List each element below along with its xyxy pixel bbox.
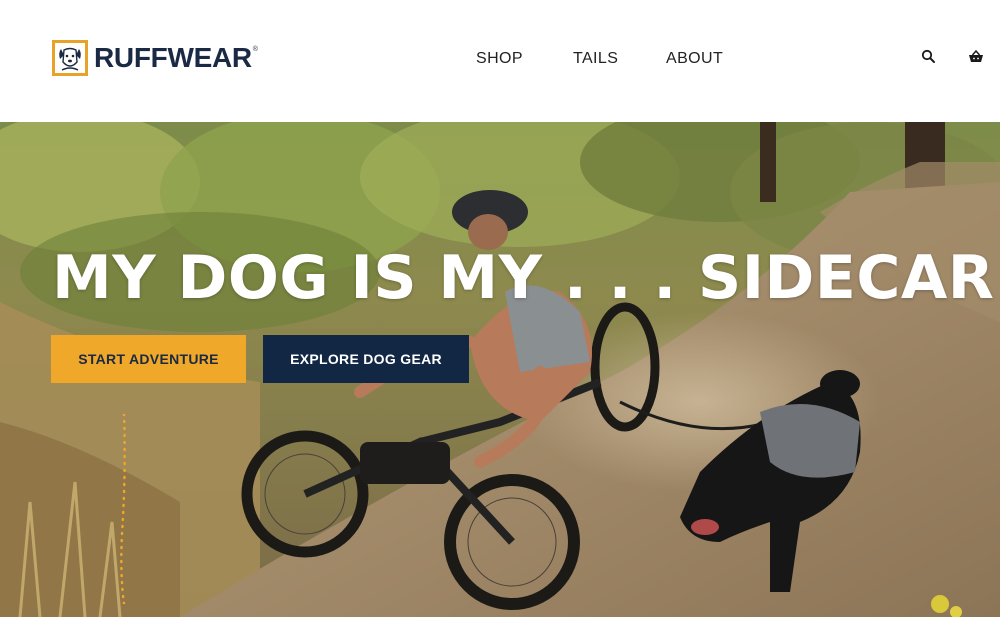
main-nav: SHOP TAILS ABOUT	[0, 48, 1000, 72]
search-icon[interactable]	[920, 48, 938, 66]
basket-icon[interactable]	[967, 48, 985, 66]
hero-heading: MY DOG IS MY . . . SIDECAR	[52, 243, 995, 313]
explore-dog-gear-button[interactable]: EXPLORE DOG GEAR	[263, 335, 469, 383]
nav-item-shop[interactable]: SHOP	[476, 48, 523, 70]
nav-item-about[interactable]: ABOUT	[666, 48, 723, 70]
site-header: RUFFWEAR ® SHOP TAILS ABOUT	[0, 0, 1000, 122]
start-adventure-button[interactable]: START ADVENTURE	[51, 335, 246, 383]
trail-dotted-line	[120, 414, 126, 604]
hero-banner: MY DOG IS MY . . . SIDECAR START ADVENTU…	[0, 122, 1000, 617]
nav-item-tails[interactable]: TAILS	[573, 48, 618, 70]
